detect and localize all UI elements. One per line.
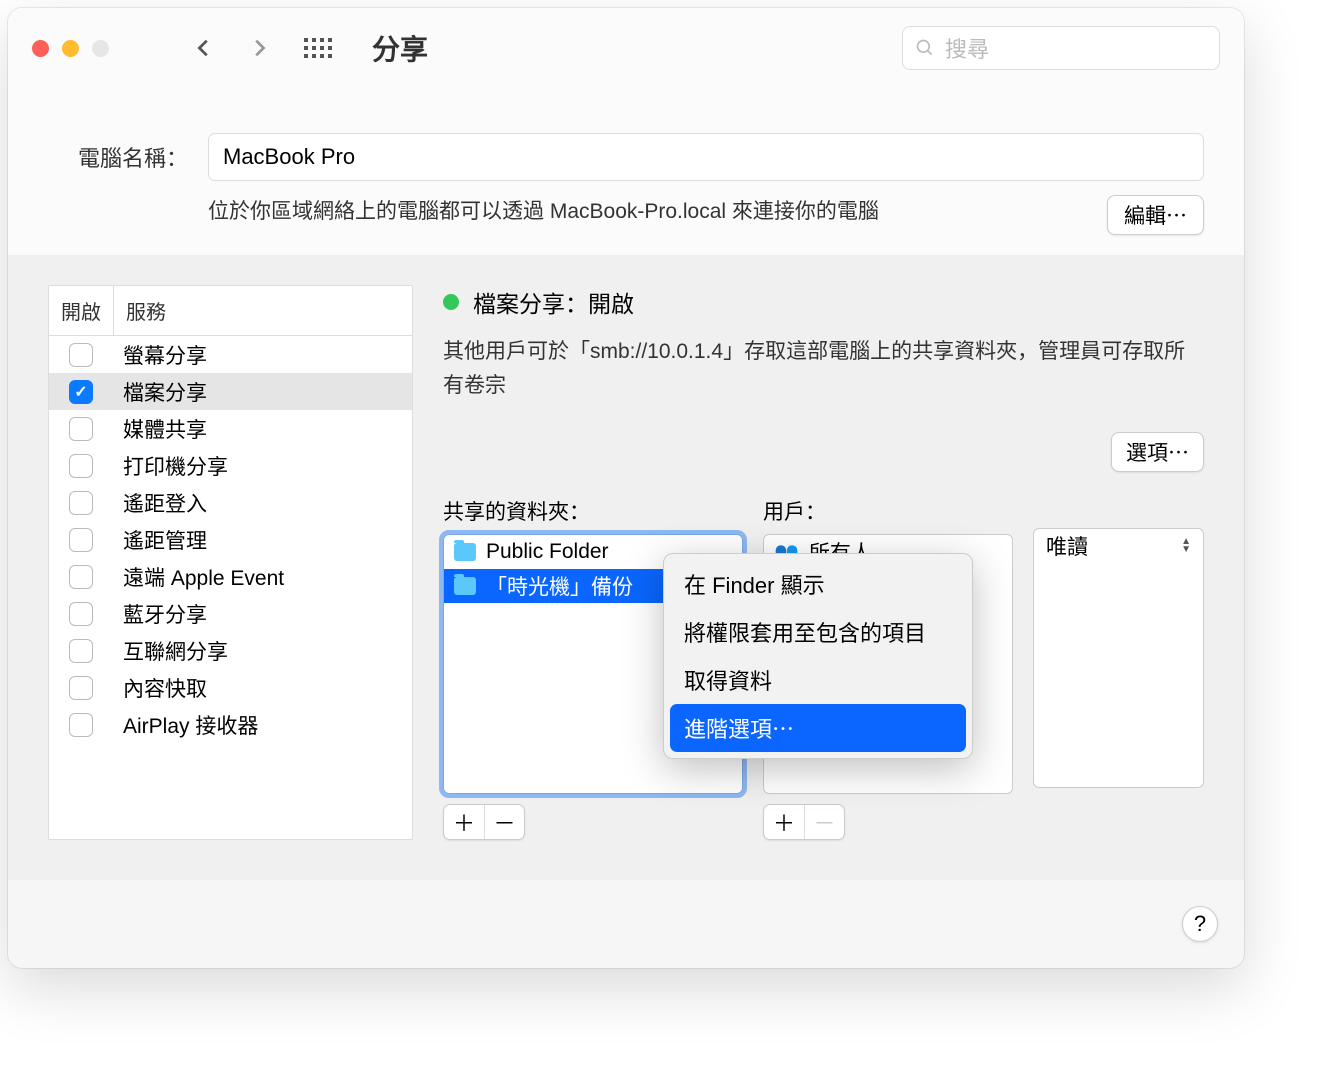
services-header: 開啟 服務: [49, 286, 412, 336]
help-button[interactable]: ?: [1182, 906, 1218, 942]
service-row[interactable]: 內容快取: [49, 669, 412, 706]
zoom-icon: [92, 40, 109, 57]
minimize-icon[interactable]: [62, 40, 79, 57]
shared-folders-label: 共享的資料夾：: [443, 496, 743, 526]
titlebar: 分享 搜尋: [8, 8, 1244, 88]
sharing-preferences-window: 分享 搜尋 電腦名稱： 位於你區域網絡上的電腦都可以透過 MacBook-Pro…: [8, 8, 1244, 968]
folder-icon: [454, 543, 476, 561]
status-title: 檔案分享：開啟: [473, 285, 634, 319]
menu-item[interactable]: 將權限套用至包含的項目: [670, 608, 966, 656]
folder-name: Public Folder: [486, 540, 609, 564]
service-checkbox[interactable]: [69, 713, 93, 737]
search-placeholder: 搜尋: [945, 32, 989, 64]
computer-name-section: 電腦名稱： 位於你區域網絡上的電腦都可以透過 MacBook-Pro.local…: [8, 88, 1244, 255]
computer-name-desc: 位於你區域網絡上的電腦都可以透過 MacBook-Pro.local 來連接你的…: [208, 195, 1087, 225]
service-row[interactable]: 遙距登入: [49, 484, 412, 521]
service-checkbox[interactable]: [69, 639, 93, 663]
chevron-updown-icon[interactable]: ▲▼: [1181, 538, 1191, 554]
service-checkbox[interactable]: [69, 454, 93, 478]
service-checkbox[interactable]: [69, 676, 93, 700]
service-label: AirPlay 接收器: [123, 710, 258, 740]
service-row[interactable]: AirPlay 接收器: [49, 706, 412, 743]
permissions-list[interactable]: 唯讀 ▲▼: [1033, 528, 1204, 788]
remove-folder-button[interactable]: －: [484, 805, 524, 839]
service-label: 檔案分享: [123, 377, 207, 407]
service-checkbox[interactable]: [69, 565, 93, 589]
service-label: 遙距登入: [123, 488, 207, 518]
service-label: 互聯網分享: [123, 636, 228, 666]
menu-item[interactable]: 在 Finder 顯示: [670, 560, 966, 608]
service-row[interactable]: 藍牙分享: [49, 595, 412, 632]
status-desc: 其他用戶可於「smb://10.0.1.4」存取這部電腦上的共享資料夾，管理員可…: [443, 335, 1204, 402]
traffic-lights: [32, 40, 109, 57]
folder-name: 「時光機」備份: [486, 571, 633, 601]
computer-name-label: 電腦名稱：: [48, 141, 188, 173]
folder-context-menu: 在 Finder 顯示將權限套用至包含的項目取得資料進階選項⋯: [663, 553, 973, 759]
permission-row[interactable]: 唯讀 ▲▼: [1034, 529, 1203, 563]
service-label: 打印機分享: [123, 451, 228, 481]
back-button[interactable]: [189, 33, 219, 63]
window-title: 分享: [372, 28, 428, 68]
service-checkbox[interactable]: [69, 343, 93, 367]
service-row[interactable]: 遙距管理: [49, 521, 412, 558]
service-label: 媒體共享: [123, 414, 207, 444]
service-checkbox[interactable]: [69, 380, 93, 404]
search-input[interactable]: 搜尋: [902, 26, 1220, 70]
service-label: 內容快取: [123, 673, 207, 703]
service-row[interactable]: 打印機分享: [49, 447, 412, 484]
service-checkbox[interactable]: [69, 417, 93, 441]
folder-icon: [454, 577, 476, 595]
options-button[interactable]: 選項⋯: [1111, 432, 1204, 472]
header-on: 開啟: [49, 286, 114, 335]
close-icon[interactable]: [32, 40, 49, 57]
status-indicator-icon: [443, 294, 459, 310]
main-content: 開啟 服務 螢幕分享檔案分享媒體共享打印機分享遙距登入遙距管理遠端 Apple …: [8, 255, 1244, 880]
add-folder-button[interactable]: ＋: [444, 805, 484, 839]
permission-value: 唯讀: [1046, 531, 1088, 561]
show-all-icon[interactable]: [304, 38, 332, 58]
menu-item[interactable]: 進階選項⋯: [670, 704, 966, 752]
add-user-button[interactable]: ＋: [764, 805, 804, 839]
users-label: 用戶：: [763, 496, 1013, 526]
service-label: 藍牙分享: [123, 599, 207, 629]
service-label: 螢幕分享: [123, 340, 207, 370]
service-row[interactable]: 螢幕分享: [49, 336, 412, 373]
remove-user-button: －: [804, 805, 844, 839]
service-checkbox[interactable]: [69, 491, 93, 515]
services-table: 開啟 服務 螢幕分享檔案分享媒體共享打印機分享遙距登入遙距管理遠端 Apple …: [48, 285, 413, 840]
users-add-remove: ＋ －: [763, 804, 845, 840]
service-label: 遠端 Apple Event: [123, 562, 284, 592]
service-row[interactable]: 遠端 Apple Event: [49, 558, 412, 595]
edit-button[interactable]: 編輯⋯: [1107, 195, 1204, 235]
service-checkbox[interactable]: [69, 528, 93, 552]
folders-add-remove: ＋ －: [443, 804, 525, 840]
header-service: 服務: [114, 286, 412, 335]
service-label: 遙距管理: [123, 525, 207, 555]
computer-name-field[interactable]: [208, 133, 1204, 181]
service-row[interactable]: 媒體共享: [49, 410, 412, 447]
service-row[interactable]: 檔案分享: [49, 373, 412, 410]
menu-item[interactable]: 取得資料: [670, 656, 966, 704]
forward-button: [244, 33, 274, 63]
service-checkbox[interactable]: [69, 602, 93, 626]
service-row[interactable]: 互聯網分享: [49, 632, 412, 669]
